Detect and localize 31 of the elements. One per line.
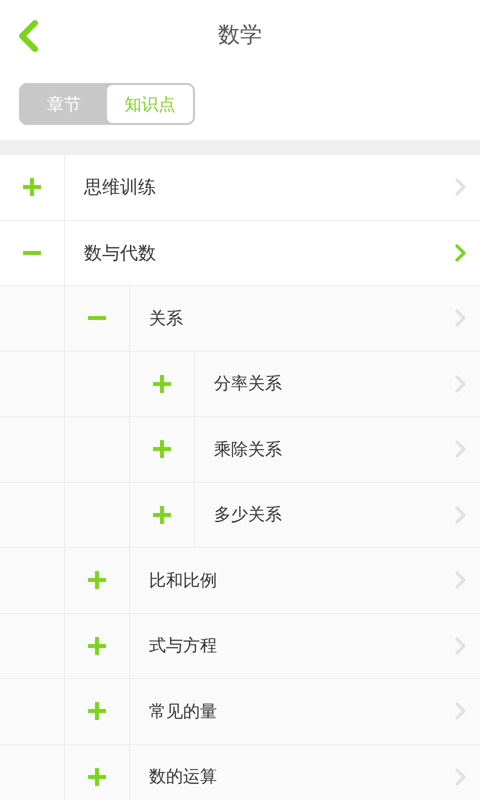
tree-row[interactable]: 思维训练 — [0, 155, 480, 220]
item-label: 比和比例 — [149, 570, 217, 592]
tree-row[interactable]: 多少关系 — [0, 482, 480, 548]
plus-icon[interactable] — [88, 571, 106, 590]
item-label: 乘除关系 — [214, 438, 282, 461]
minus-icon[interactable] — [88, 316, 106, 320]
item-label: 数与代数 — [84, 242, 156, 265]
tree-row[interactable]: 分率关系 — [0, 352, 480, 417]
item-label: 常见的量 — [149, 700, 217, 723]
plus-icon[interactable] — [23, 178, 41, 196]
plus-icon[interactable] — [153, 374, 171, 393]
plus-icon[interactable] — [153, 506, 171, 524]
item-label: 思维训练 — [84, 176, 156, 200]
tree-row[interactable]: 常见的量 — [0, 679, 480, 744]
tree-row[interactable]: 数的运算 — [0, 744, 480, 800]
tree-row[interactable]: 式与方程 — [0, 614, 480, 679]
item-label: 分率关系 — [214, 373, 282, 396]
item-label: 式与方程 — [149, 635, 217, 658]
tree-row[interactable]: 比和比例 — [0, 548, 480, 614]
item-label: 数的运算 — [149, 766, 217, 788]
tree-row[interactable]: 关系 — [0, 286, 480, 352]
item-label: 关系 — [149, 308, 183, 330]
tree-row[interactable]: 乘除关系 — [0, 417, 480, 482]
page-title: 数学 — [218, 22, 262, 50]
plus-icon[interactable] — [88, 636, 106, 655]
plus-icon[interactable] — [88, 702, 106, 720]
plus-icon[interactable] — [153, 440, 171, 458]
tree-row[interactable]: 数与代数 — [0, 220, 480, 286]
minus-icon[interactable] — [23, 250, 41, 255]
item-label: 多少关系 — [214, 504, 282, 526]
plus-icon[interactable] — [88, 768, 106, 786]
